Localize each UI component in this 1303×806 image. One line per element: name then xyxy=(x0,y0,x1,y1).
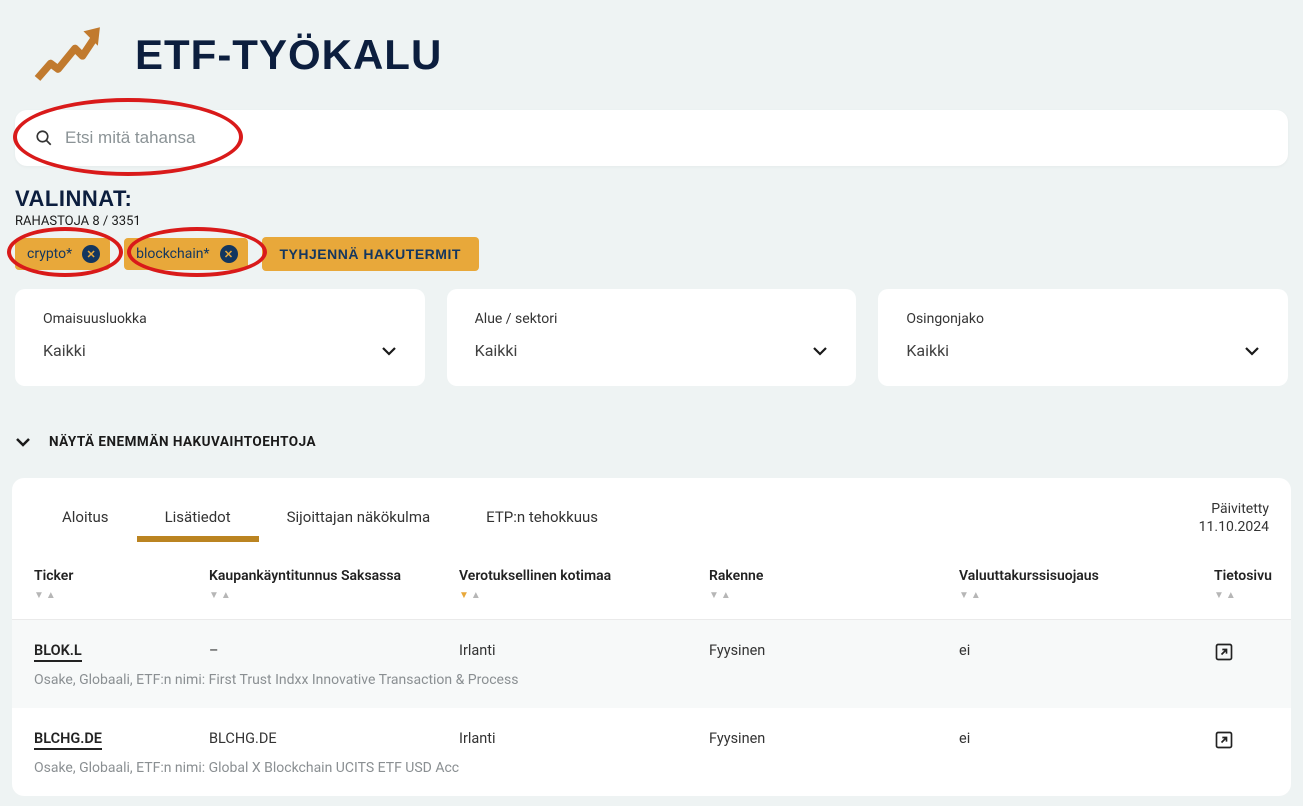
filter-select[interactable]: Kaikki xyxy=(43,341,397,360)
ticker-link[interactable]: BLOK.L xyxy=(34,642,82,662)
cell-structure: Fyysinen xyxy=(709,642,959,659)
filter-value: Kaikki xyxy=(906,341,949,360)
updated-info: Päivitetty 11.10.2024 xyxy=(1199,496,1269,536)
page-title: ETF-TYÖKALU xyxy=(135,31,442,79)
chevron-down-icon xyxy=(1244,346,1260,356)
cell-domicile: Irlanti xyxy=(459,642,709,659)
cell-hedge: ei xyxy=(959,642,1214,659)
search-bar[interactable] xyxy=(15,110,1288,166)
expand-more-filters[interactable]: NÄYTÄ ENEMMÄN HAKUVAIHTOEHTOJA xyxy=(10,416,1293,478)
updated-label: Päivitetty xyxy=(1199,500,1269,518)
sort-arrows[interactable]: ▼▲ xyxy=(1214,590,1291,601)
sort-arrows[interactable]: ▼▲ xyxy=(34,590,209,601)
col-hedge[interactable]: Valuuttakurssisuojaus ▼▲ xyxy=(959,568,1214,601)
remove-chip-button[interactable]: ✕ xyxy=(220,245,238,263)
growth-arrow-icon xyxy=(30,20,105,90)
col-domicile[interactable]: Verotuksellinen kotimaa ▼▲ xyxy=(459,568,709,601)
filter-chip: crypto* ✕ xyxy=(15,238,110,270)
col-structure[interactable]: Rakenne ▼▲ xyxy=(709,568,959,601)
ticker-link[interactable]: BLCHG.DE xyxy=(34,730,102,750)
filter-label: Osingonjako xyxy=(906,311,1260,327)
cell-structure: Fyysinen xyxy=(709,730,959,747)
chevron-down-icon xyxy=(381,346,397,356)
sort-arrows[interactable]: ▼▲ xyxy=(459,590,709,601)
filter-select[interactable]: Kaikki xyxy=(906,341,1260,360)
row-description: Osake, Globaali, ETF:n nimi: First Trust… xyxy=(34,672,1291,700)
clear-filters-button[interactable]: TYHJENNÄ HAKUTERMIT xyxy=(262,237,479,271)
tab-aloitus[interactable]: Aloitus xyxy=(34,496,137,540)
sort-arrows[interactable]: ▼▲ xyxy=(209,590,459,601)
cell-hedge: ei xyxy=(959,730,1214,747)
logo xyxy=(30,20,105,90)
cell-germany: BLCHG.DE xyxy=(209,730,459,747)
table-header: Ticker ▼▲ Kaupankäyntitunnus Saksassa ▼▲… xyxy=(12,540,1291,620)
remove-chip-button[interactable]: ✕ xyxy=(82,245,100,263)
filter-value: Kaikki xyxy=(475,341,518,360)
cell-germany: – xyxy=(209,642,459,659)
filter-chip: blockchain* ✕ xyxy=(124,238,247,270)
chevron-down-icon xyxy=(812,346,828,356)
tab-lisatiedot[interactable]: Lisätiedot xyxy=(137,496,259,540)
selections-heading: VALINNAT: xyxy=(15,186,1288,212)
open-external-icon[interactable] xyxy=(1214,730,1234,750)
filter-region-sector: Alue / sektori Kaikki xyxy=(447,289,857,386)
selections-count: RAHASTOJA 8 / 3351 xyxy=(15,214,1288,229)
filter-chip-label: blockchain* xyxy=(136,246,209,262)
filter-asset-class: Omaisuusluokka Kaikki xyxy=(15,289,425,386)
col-detail-page[interactable]: Tietosivu ▼▲ xyxy=(1214,568,1291,601)
row-description: Osake, Globaali, ETF:n nimi: Global X Bl… xyxy=(34,760,1291,788)
tab-sijoittajan-nakokulma[interactable]: Sijoittajan näkökulma xyxy=(259,496,459,540)
cell-domicile: Irlanti xyxy=(459,730,709,747)
search-input[interactable] xyxy=(65,128,1268,148)
filter-label: Omaisuusluokka xyxy=(43,311,397,327)
table-row: BLCHG.DE BLCHG.DE Irlanti Fyysinen ei Os… xyxy=(12,708,1291,796)
chevron-down-icon xyxy=(15,437,31,447)
updated-date: 11.10.2024 xyxy=(1199,518,1269,536)
col-ticker[interactable]: Ticker ▼▲ xyxy=(34,568,209,601)
tab-etp-tehokkuus[interactable]: ETP:n tehokkuus xyxy=(458,496,626,540)
col-germany-ticker[interactable]: Kaupankäyntitunnus Saksassa ▼▲ xyxy=(209,568,459,601)
filter-chip-label: crypto* xyxy=(27,246,72,262)
sort-arrows[interactable]: ▼▲ xyxy=(709,590,959,601)
filter-label: Alue / sektori xyxy=(475,311,829,327)
open-external-icon[interactable] xyxy=(1214,642,1234,662)
search-icon xyxy=(35,129,53,147)
filter-dividend: Osingonjako Kaikki xyxy=(878,289,1288,386)
header: ETF-TYÖKALU xyxy=(10,10,1293,100)
table-row: BLOK.L – Irlanti Fyysinen ei Osake, Glob… xyxy=(12,620,1291,708)
filter-select[interactable]: Kaikki xyxy=(475,341,829,360)
filter-value: Kaikki xyxy=(43,341,86,360)
results-panel: Aloitus Lisätiedot Sijoittajan näkökulma… xyxy=(12,478,1291,796)
sort-arrows[interactable]: ▼▲ xyxy=(959,590,1214,601)
expand-label: NÄYTÄ ENEMMÄN HAKUVAIHTOEHTOJA xyxy=(49,434,316,450)
